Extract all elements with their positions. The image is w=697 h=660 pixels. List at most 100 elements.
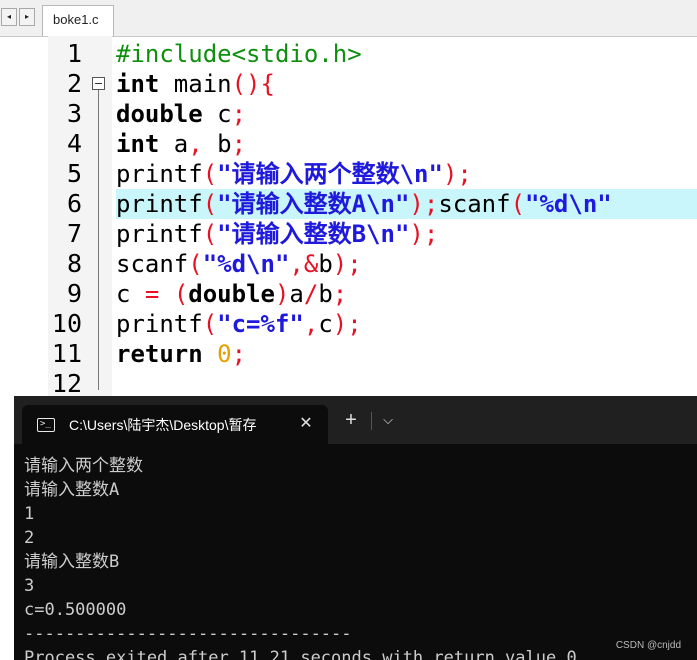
code-token: b [318, 280, 333, 308]
code-token: ); [409, 220, 439, 248]
code-line[interactable]: int main(){ [116, 69, 697, 99]
terminal-output-line: c=0.500000 [24, 600, 127, 620]
code-token: ; [231, 340, 247, 368]
terminal-output-line: 请输入整数A [24, 480, 120, 500]
code-token: b [318, 250, 333, 278]
terminal-tab[interactable]: >_ C:\Users\陆宇杰\Desktop\暂存 ✕ [22, 405, 328, 444]
file-tab-boke1[interactable]: boke1.c [42, 5, 114, 36]
code-token: / [303, 280, 319, 308]
code-line[interactable]: int a, b; [116, 129, 697, 159]
code-token: #include<stdio.h> [116, 40, 362, 68]
code-token: "c=%f" [217, 310, 304, 338]
code-area[interactable]: #include<stdio.h> int main(){double c; int… [116, 36, 697, 396]
terminal-output[interactable]: 请输入两个整数 请输入整数A 1 2 请输入整数B 3 c=0.500000 --------… [24, 454, 697, 660]
code-token: "请输入整数A\n" [217, 190, 410, 218]
terminal-output-line: -------------------------------- [24, 624, 352, 644]
code-token: ( [510, 190, 526, 218]
code-token: , [188, 130, 203, 158]
code-line[interactable]: double c; [116, 99, 697, 129]
terminal-tab-title: C:\Users\陆宇杰\Desktop\暂存 [69, 417, 257, 433]
code-line[interactable]: scanf("%d\n",&b); [116, 249, 697, 279]
code-line[interactable]: printf("请输入整数A\n");scanf("%d\n" [116, 189, 697, 219]
line-number: 7 [66, 219, 82, 248]
code-token: int [116, 130, 160, 158]
terminal-output-line: Process exited after 11.21 seconds with … [24, 648, 577, 660]
code-token: ; [231, 100, 247, 128]
code-token: double [188, 280, 275, 308]
code-line[interactable]: printf("请输入两个整数\n"); [116, 159, 697, 189]
code-token: ); [409, 190, 439, 218]
code-token: printf [116, 160, 203, 188]
code-token: "请输入整数B\n" [217, 220, 410, 248]
code-token: , [303, 310, 319, 338]
titlebar-divider [371, 412, 372, 430]
code-token: ; [231, 130, 247, 158]
terminal-output-line: 1 [24, 504, 35, 524]
code-token: printf [116, 220, 203, 248]
close-tab-button[interactable]: ✕ [297, 413, 315, 435]
code-token: scanf [438, 190, 511, 218]
line-number: 8 [66, 249, 82, 278]
code-token: printf [116, 310, 203, 338]
code-token: double [116, 100, 203, 128]
line-number: 2 [66, 69, 82, 98]
code-token: ( [202, 190, 218, 218]
code-token: "请输入两个整数\n" [217, 160, 443, 188]
code-token: ); [332, 310, 362, 338]
line-number-gutter: 1 2 3 4 5 6 7 8 9 10 11 12 [48, 36, 112, 398]
code-token: = [144, 280, 160, 308]
code-token: b [202, 130, 232, 158]
line-number: 10 [51, 309, 82, 338]
code-line[interactable]: printf("c=%f",c); [116, 309, 697, 339]
code-token: "%d\n" [202, 250, 290, 278]
editor-tab-bar: ◂ ▸ boke1.c [0, 0, 697, 37]
code-line[interactable]: c = (double)a/b; [116, 279, 697, 309]
code-token: int [116, 70, 160, 98]
code-line[interactable]: printf("请输入整数B\n"); [116, 219, 697, 249]
terminal-window: >_ C:\Users\陆宇杰\Desktop\暂存 ✕ + ⌵ 请输入两个整数… [14, 396, 697, 660]
line-number: 3 [66, 99, 82, 128]
code-token: ; [332, 280, 348, 308]
code-token: ,& [289, 250, 319, 278]
code-token: ) [274, 280, 290, 308]
code-token: ); [442, 160, 472, 188]
code-token: a [289, 280, 304, 308]
code-token: a [159, 130, 189, 158]
fold-collapse-icon[interactable] [92, 77, 105, 90]
code-token: ); [332, 250, 362, 278]
code-token: printf [116, 190, 203, 218]
new-tab-button[interactable]: + [342, 409, 360, 431]
terminal-output-line: 请输入两个整数 [24, 456, 143, 476]
code-line[interactable]: return 0; [116, 339, 697, 369]
code-line[interactable]: #include<stdio.h> [116, 39, 697, 69]
line-number: 4 [66, 129, 82, 158]
code-line[interactable] [116, 369, 697, 396]
line-number: 12 [51, 369, 82, 398]
code-token: scanf [116, 250, 189, 278]
code-token: return [116, 340, 203, 368]
line-number: 11 [51, 339, 82, 368]
code-token: c [318, 310, 333, 338]
tab-scroll-right-button[interactable]: ▸ [19, 8, 35, 26]
code-token: "%d\n" [525, 190, 612, 218]
code-token: ( [202, 310, 218, 338]
watermark: CSDN @cnjdd [615, 640, 681, 651]
terminal-output-line: 3 [24, 576, 35, 596]
tab-scroll-left-button[interactable]: ◂ [1, 8, 17, 26]
terminal-output-line: 请输入整数B [24, 552, 120, 572]
code-token: c [116, 280, 145, 308]
line-number: 9 [66, 279, 82, 308]
line-number: 6 [66, 189, 82, 218]
tab-dropdown-button[interactable]: ⌵ [379, 409, 397, 431]
code-token: (){ [231, 70, 275, 98]
code-token: 0 [217, 340, 232, 368]
code-token: ( [173, 280, 189, 308]
terminal-output-line: 2 [24, 528, 35, 548]
code-token: ( [202, 220, 218, 248]
code-token: c [202, 100, 232, 128]
fold-guide-line [98, 90, 99, 390]
terminal-titlebar: >_ C:\Users\陆宇杰\Desktop\暂存 ✕ + ⌵ [14, 396, 697, 444]
console-icon-glyph: >_ [40, 419, 51, 429]
